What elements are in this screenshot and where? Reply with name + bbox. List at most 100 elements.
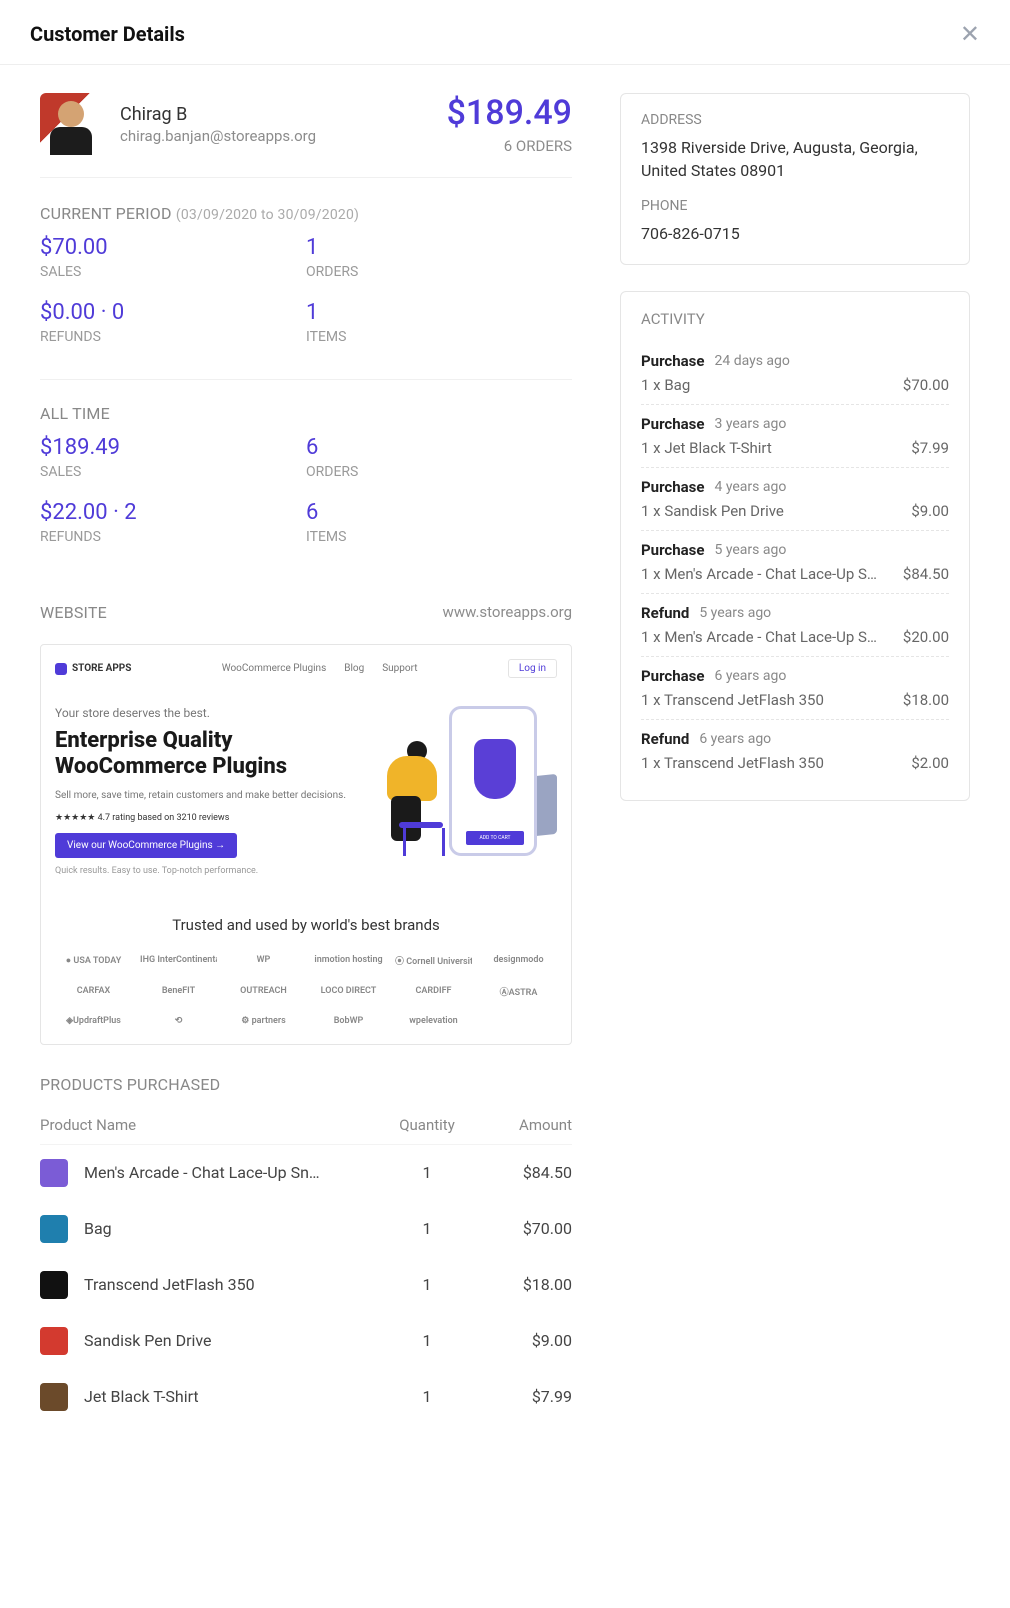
current-sales-label: SALES [40,264,306,280]
activity-amount: $70.00 [903,376,949,394]
activity-date: 4 years ago [714,479,786,495]
activity-type: Refund [641,730,689,748]
activity-item[interactable]: Purchase4 years ago1 x Sandisk Pen Drive… [641,468,949,531]
product-row[interactable]: Men's Arcade - Chat Lace-Up Sn…1$84.50 [40,1145,572,1201]
product-name: Men's Arcade - Chat Lace-Up Sn… [84,1163,382,1182]
website-note: Quick results. Easy to use. Top-notch pe… [55,866,347,876]
alltime-items-value: 6 [306,500,572,525]
alltime-items-label: ITEMS [306,529,572,545]
products-block: PRODUCTS PURCHASED Product Name Quantity… [40,1075,572,1425]
brand-logo: LOCO DIRECT [310,986,387,996]
activity-type: Purchase [641,478,704,496]
product-image [40,1215,68,1243]
activity-item[interactable]: Refund6 years ago1 x Transcend JetFlash … [641,720,949,782]
activity-desc: 1 x Bag [641,376,903,394]
product-image [40,1383,68,1411]
current-sales-value: $70.00 [40,235,306,260]
website-nav-plugins[interactable]: WooCommerce Plugins [222,663,326,674]
profile-row: Chirag B chirag.banjan@storeapps.org $18… [40,93,572,178]
activity-item[interactable]: Purchase 5 years ago 1 x Men's Arcade - Ch… [641,531,949,594]
activity-type: Purchase [641,667,704,685]
brand-logo: CARDIFF [395,986,472,996]
brand-logo: inmotion hosting [310,955,387,965]
product-name: Bag [84,1219,382,1238]
alltime-sales-value: $189.49 [40,435,306,460]
brand-logo: ⒶASTRA [480,985,557,998]
alltime-refunds-label: REFUNDS [40,529,306,545]
close-icon[interactable]: ✕ [960,20,980,48]
product-qty: 1 [382,1275,472,1294]
activity-item[interactable]: Purchase 24 days ago 1 x Bag$70.00 [641,342,949,405]
alltime-orders-label: ORDERS [306,464,572,480]
brand-logo: ● USA TODAY [55,955,132,966]
product-row[interactable]: Bag1$70.00 [40,1201,572,1257]
product-qty: 1 [382,1219,472,1238]
address-card: ADDRESS 1398 Riverside Drive, Augusta, G… [620,93,970,265]
activity-desc: 1 x Transcend JetFlash 350 [641,691,903,709]
website-brand: STORE APPS [55,663,131,675]
products-col-qty: Quantity [382,1116,472,1134]
website-headline: Enterprise Quality WooCommerce Plugins [55,728,347,781]
website-login[interactable]: Log in [508,659,557,678]
website-url[interactable]: www.storeapps.org [443,603,572,634]
activity-item[interactable]: Purchase 6 years ago 1 x Transcend JetFlas… [641,657,949,720]
activity-item[interactable]: Purchase3 years ago1 x Jet Black T-Shirt… [641,405,949,468]
activity-desc: 1 x Men's Arcade - Chat Lace-Up S… [641,628,903,646]
order-count: 6 ORDERS [447,137,572,155]
phone-label: PHONE [641,198,949,214]
product-row[interactable]: Transcend JetFlash 3501$18.00 [40,1257,572,1313]
products-col-amt: Amount [472,1116,572,1134]
brand-logo: CARFAX [55,986,132,996]
activity-date: 24 days ago [714,353,789,369]
activity-amount: $2.00 [911,754,949,772]
avatar [40,93,102,155]
alltime-label: ALL TIME [40,404,572,423]
product-image [40,1159,68,1187]
activity-type: Refund [641,604,689,622]
brand-logo: ⚙ partners [225,1016,302,1026]
products-label: PRODUCTS PURCHASED [40,1075,572,1094]
product-image [40,1271,68,1299]
activity-date: 6 years ago [714,668,786,684]
website-preview: STORE APPS WooCommerce Plugins Blog Supp… [40,644,572,1045]
website-logos: ● USA TODAYIHG InterContinentalWPinmotio… [55,954,557,1026]
brand-logo: BeneFIT [140,986,217,996]
activity-desc: 1 x Transcend JetFlash 350 [641,754,911,772]
product-name: Jet Black T-Shirt [84,1387,382,1406]
activity-type: Purchase [641,541,704,559]
current-items-label: ITEMS [306,329,572,345]
activity-type: Purchase [641,352,704,370]
page-title: Customer Details [30,22,185,46]
website-nav-blog[interactable]: Blog [344,663,364,674]
current-refunds-label: REFUNDS [40,329,306,345]
website-nav-support[interactable]: Support [382,663,417,674]
address-label: ADDRESS [641,112,949,128]
customer-email: chirag.banjan@storeapps.org [120,127,316,145]
activity-item[interactable]: Refund5 years ago1 x Men's Arcade - Chat… [641,594,949,657]
website-cta-button[interactable]: View our WooCommerce Plugins → [55,833,237,858]
product-name: Sandisk Pen Drive [84,1331,382,1350]
activity-date: 3 years ago [714,416,786,432]
product-amount: $18.00 [472,1275,572,1294]
product-qty: 1 [382,1163,472,1182]
website-trusted: Trusted and used by world's best brands [55,916,557,934]
products-col-name: Product Name [40,1116,382,1134]
address-value: 1398 Riverside Drive, Augusta, Georgia, … [641,136,949,182]
product-row[interactable]: Jet Black T-Shirt1$7.99 [40,1369,572,1425]
website-rating: ★★★★★ 4.7 rating based on 3210 reviews [55,813,347,823]
brand-logo: OUTREACH [225,986,302,996]
product-row[interactable]: Sandisk Pen Drive1$9.00 [40,1313,572,1369]
activity-desc: 1 x Men's Arcade - Chat Lace-Up S… [641,565,903,583]
alltime-refunds-value: $22.00 · 2 [40,500,306,525]
activity-amount: $84.50 [903,565,949,583]
alltime-block: ALL TIME $189.49 SALES 6 ORDERS $22.00 ·… [40,404,572,579]
product-name: Transcend JetFlash 350 [84,1275,382,1294]
current-orders-label: ORDERS [306,264,572,280]
activity-date: 5 years ago [714,542,786,558]
brand-logo: wpelevation [395,1016,472,1026]
activity-amount: $20.00 [903,628,949,646]
product-image [40,1327,68,1355]
activity-amount: $9.00 [911,502,949,520]
brand-logo: ◈UpdraftPlus [55,1016,132,1026]
activity-desc: 1 x Jet Black T-Shirt [641,439,911,457]
